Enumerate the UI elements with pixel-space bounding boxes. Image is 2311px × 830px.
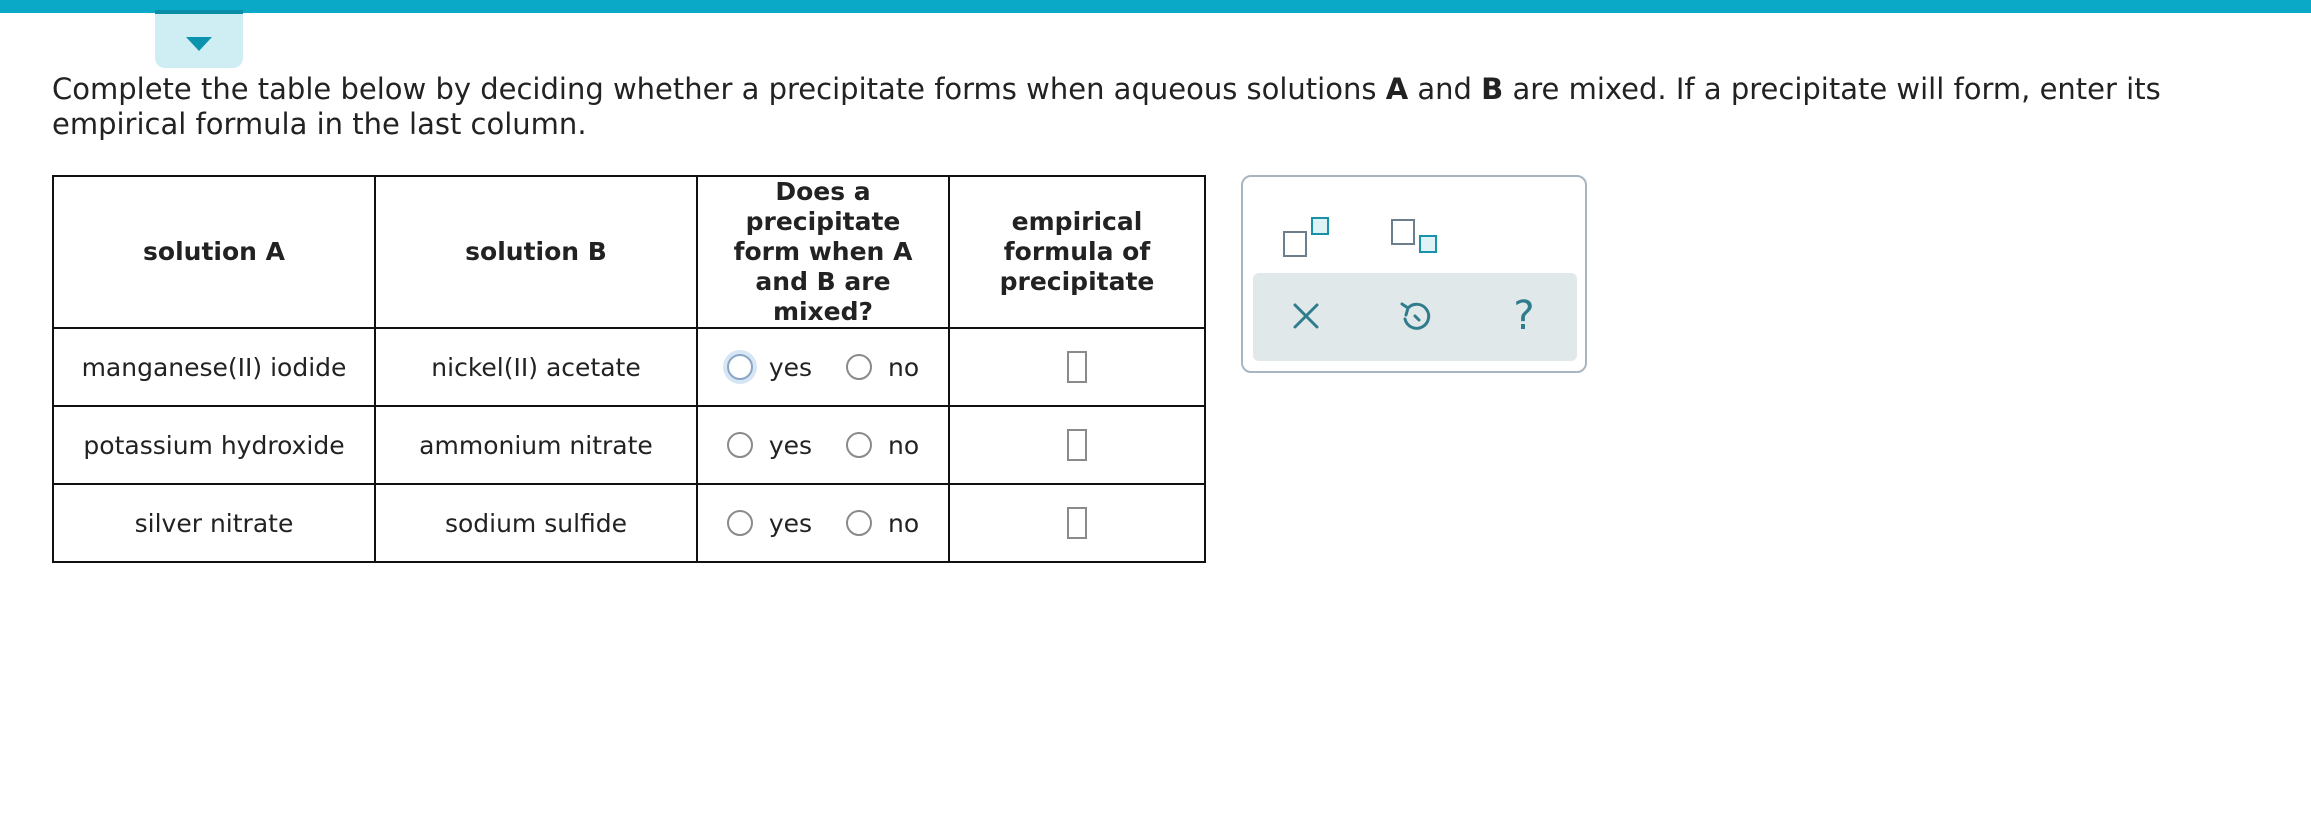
caret-down-icon [186, 37, 212, 51]
superscript-button[interactable] [1283, 215, 1339, 263]
instructions-text-2: and [1408, 72, 1482, 106]
cell-yes-no: yes no [696, 327, 950, 407]
instructions-bold-a: A [1385, 72, 1409, 106]
radio-no-label[interactable]: no [888, 353, 919, 382]
undo-button[interactable] [1390, 291, 1440, 341]
radio-yes-label[interactable]: yes [769, 431, 812, 460]
close-icon [1293, 303, 1319, 329]
cell-solution-a: manganese(II) iodide [52, 327, 376, 407]
radio-no[interactable] [846, 354, 873, 380]
header-precipitate-question-text: Does a precipitate form when A and B are… [733, 177, 913, 326]
help-icon: ? [1513, 293, 1535, 339]
formula-input[interactable] [1067, 351, 1087, 383]
undo-icon [1400, 302, 1431, 330]
cell-solution-b: sodium sulfide [374, 483, 698, 563]
template-row [1243, 207, 1585, 267]
cell-yes-no: yes no [696, 405, 950, 485]
radio-yes[interactable] [726, 510, 753, 536]
cell-formula [948, 483, 1206, 563]
cell-formula [948, 327, 1206, 407]
yes-no-group: yes no [698, 509, 948, 538]
formula-input[interactable] [1067, 429, 1087, 461]
radio-no-label[interactable]: no [888, 509, 919, 538]
cell-solution-b: nickel(II) acetate [374, 327, 698, 407]
radio-no-label[interactable]: no [888, 431, 919, 460]
header-solution-a: solution A [52, 175, 376, 329]
help-button[interactable]: ? [1499, 291, 1549, 341]
instructions: Complete the table below by deciding whe… [52, 72, 2272, 142]
radio-no[interactable] [846, 510, 873, 536]
formula-input[interactable] [1067, 507, 1087, 539]
header-empirical-formula: empirical formula of precipitate [948, 175, 1206, 329]
cell-yes-no: yes no [696, 483, 950, 563]
table-header-row: solution A solution B Does a precipitate… [52, 175, 1206, 329]
formula-tool-panel: ? [1241, 175, 1587, 373]
header-solution-b: solution B [374, 175, 698, 329]
instructions-bold-b: B [1481, 72, 1504, 106]
cell-solution-a: potassium hydroxide [52, 405, 376, 485]
radio-yes-label[interactable]: yes [769, 509, 812, 538]
cell-formula [948, 405, 1206, 485]
instructions-text-1: Complete the table below by deciding whe… [52, 72, 1386, 106]
collapse-toggle-button[interactable] [155, 10, 243, 68]
header-precipitate-question: Does a precipitate form when A and B are… [696, 175, 950, 329]
radio-yes[interactable] [726, 354, 753, 380]
yes-no-group: yes no [698, 431, 948, 460]
radio-yes[interactable] [726, 432, 753, 458]
table-row: manganese(II) iodide nickel(II) acetate … [52, 327, 1206, 407]
clear-button[interactable] [1281, 291, 1331, 341]
cell-solution-a: silver nitrate [52, 483, 376, 563]
subscript-button[interactable] [1391, 215, 1447, 263]
action-bar: ? [1253, 273, 1577, 361]
radio-yes-label[interactable]: yes [769, 353, 812, 382]
radio-no[interactable] [846, 432, 873, 458]
header-empirical-formula-text: empirical formula of precipitate [999, 207, 1155, 296]
table-row: silver nitrate sodium sulfide yes no [52, 483, 1206, 563]
yes-no-group: yes no [698, 353, 948, 382]
table-row: potassium hydroxide ammonium nitrate yes… [52, 405, 1206, 485]
cell-solution-b: ammonium nitrate [374, 405, 698, 485]
precipitate-table: solution A solution B Does a precipitate… [52, 175, 1206, 563]
top-bar [0, 0, 2311, 13]
